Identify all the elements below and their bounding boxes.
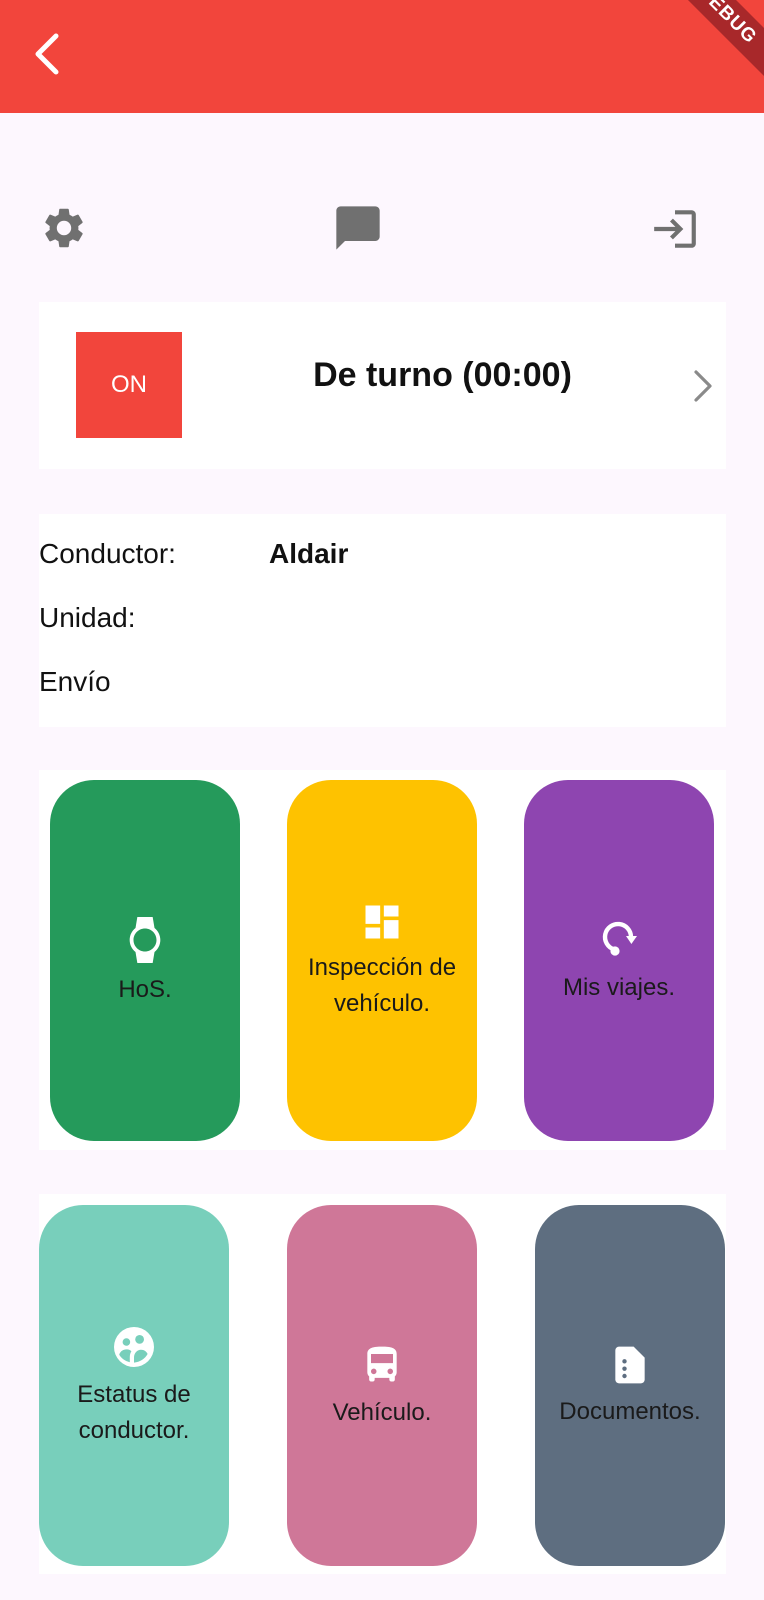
tile-label: Documentos. [559,1397,701,1425]
driver-value: Aldair [269,538,349,569]
watch-icon [129,916,161,963]
driver-info-card: Conductor: Aldair Unidad: Envío [39,514,726,727]
app-bar: DEBUG [0,0,764,113]
back-arrow-icon[interactable] [30,30,86,86]
shift-title: De turno (00:00) [313,356,572,394]
tile-label: Inspección de vehículo. [307,953,457,1017]
hos-tile[interactable]: HoS. [50,780,240,1141]
vehicle-inspection-tile[interactable]: Inspección de vehículo. [287,780,477,1141]
my-trips-tile[interactable]: Mis viajes. [524,780,714,1141]
shipment-label: Envío [39,666,111,697]
shift-status-badge[interactable]: ON [76,332,182,438]
tile-label: Mis viajes. [562,973,676,1001]
trip-icon [602,921,637,956]
shift-card[interactable]: ON De turno (00:00) [39,302,726,469]
bus-icon [367,1346,397,1381]
tile-label: Estatus de conductor. [77,1380,191,1444]
document-icon [615,1346,645,1383]
chevron-right-icon[interactable] [688,366,718,411]
tile-label: Vehículo. [332,1398,432,1426]
driver-label: Conductor: [39,538,176,569]
chat-icon[interactable] [332,202,384,259]
debug-banner: DEBUG [654,0,764,88]
tile-label: HoS. [118,975,172,1003]
group-icon [114,1326,154,1367]
unit-label: Unidad: [39,602,136,633]
driver-status-tile[interactable]: Estatus de conductor. [39,1205,229,1566]
dashboard-icon [365,905,399,938]
login-icon[interactable] [650,204,700,259]
documents-tile[interactable]: Documentos. [535,1205,725,1566]
vehicle-tile[interactable]: Vehículo. [287,1205,477,1566]
gear-icon[interactable] [40,204,88,257]
